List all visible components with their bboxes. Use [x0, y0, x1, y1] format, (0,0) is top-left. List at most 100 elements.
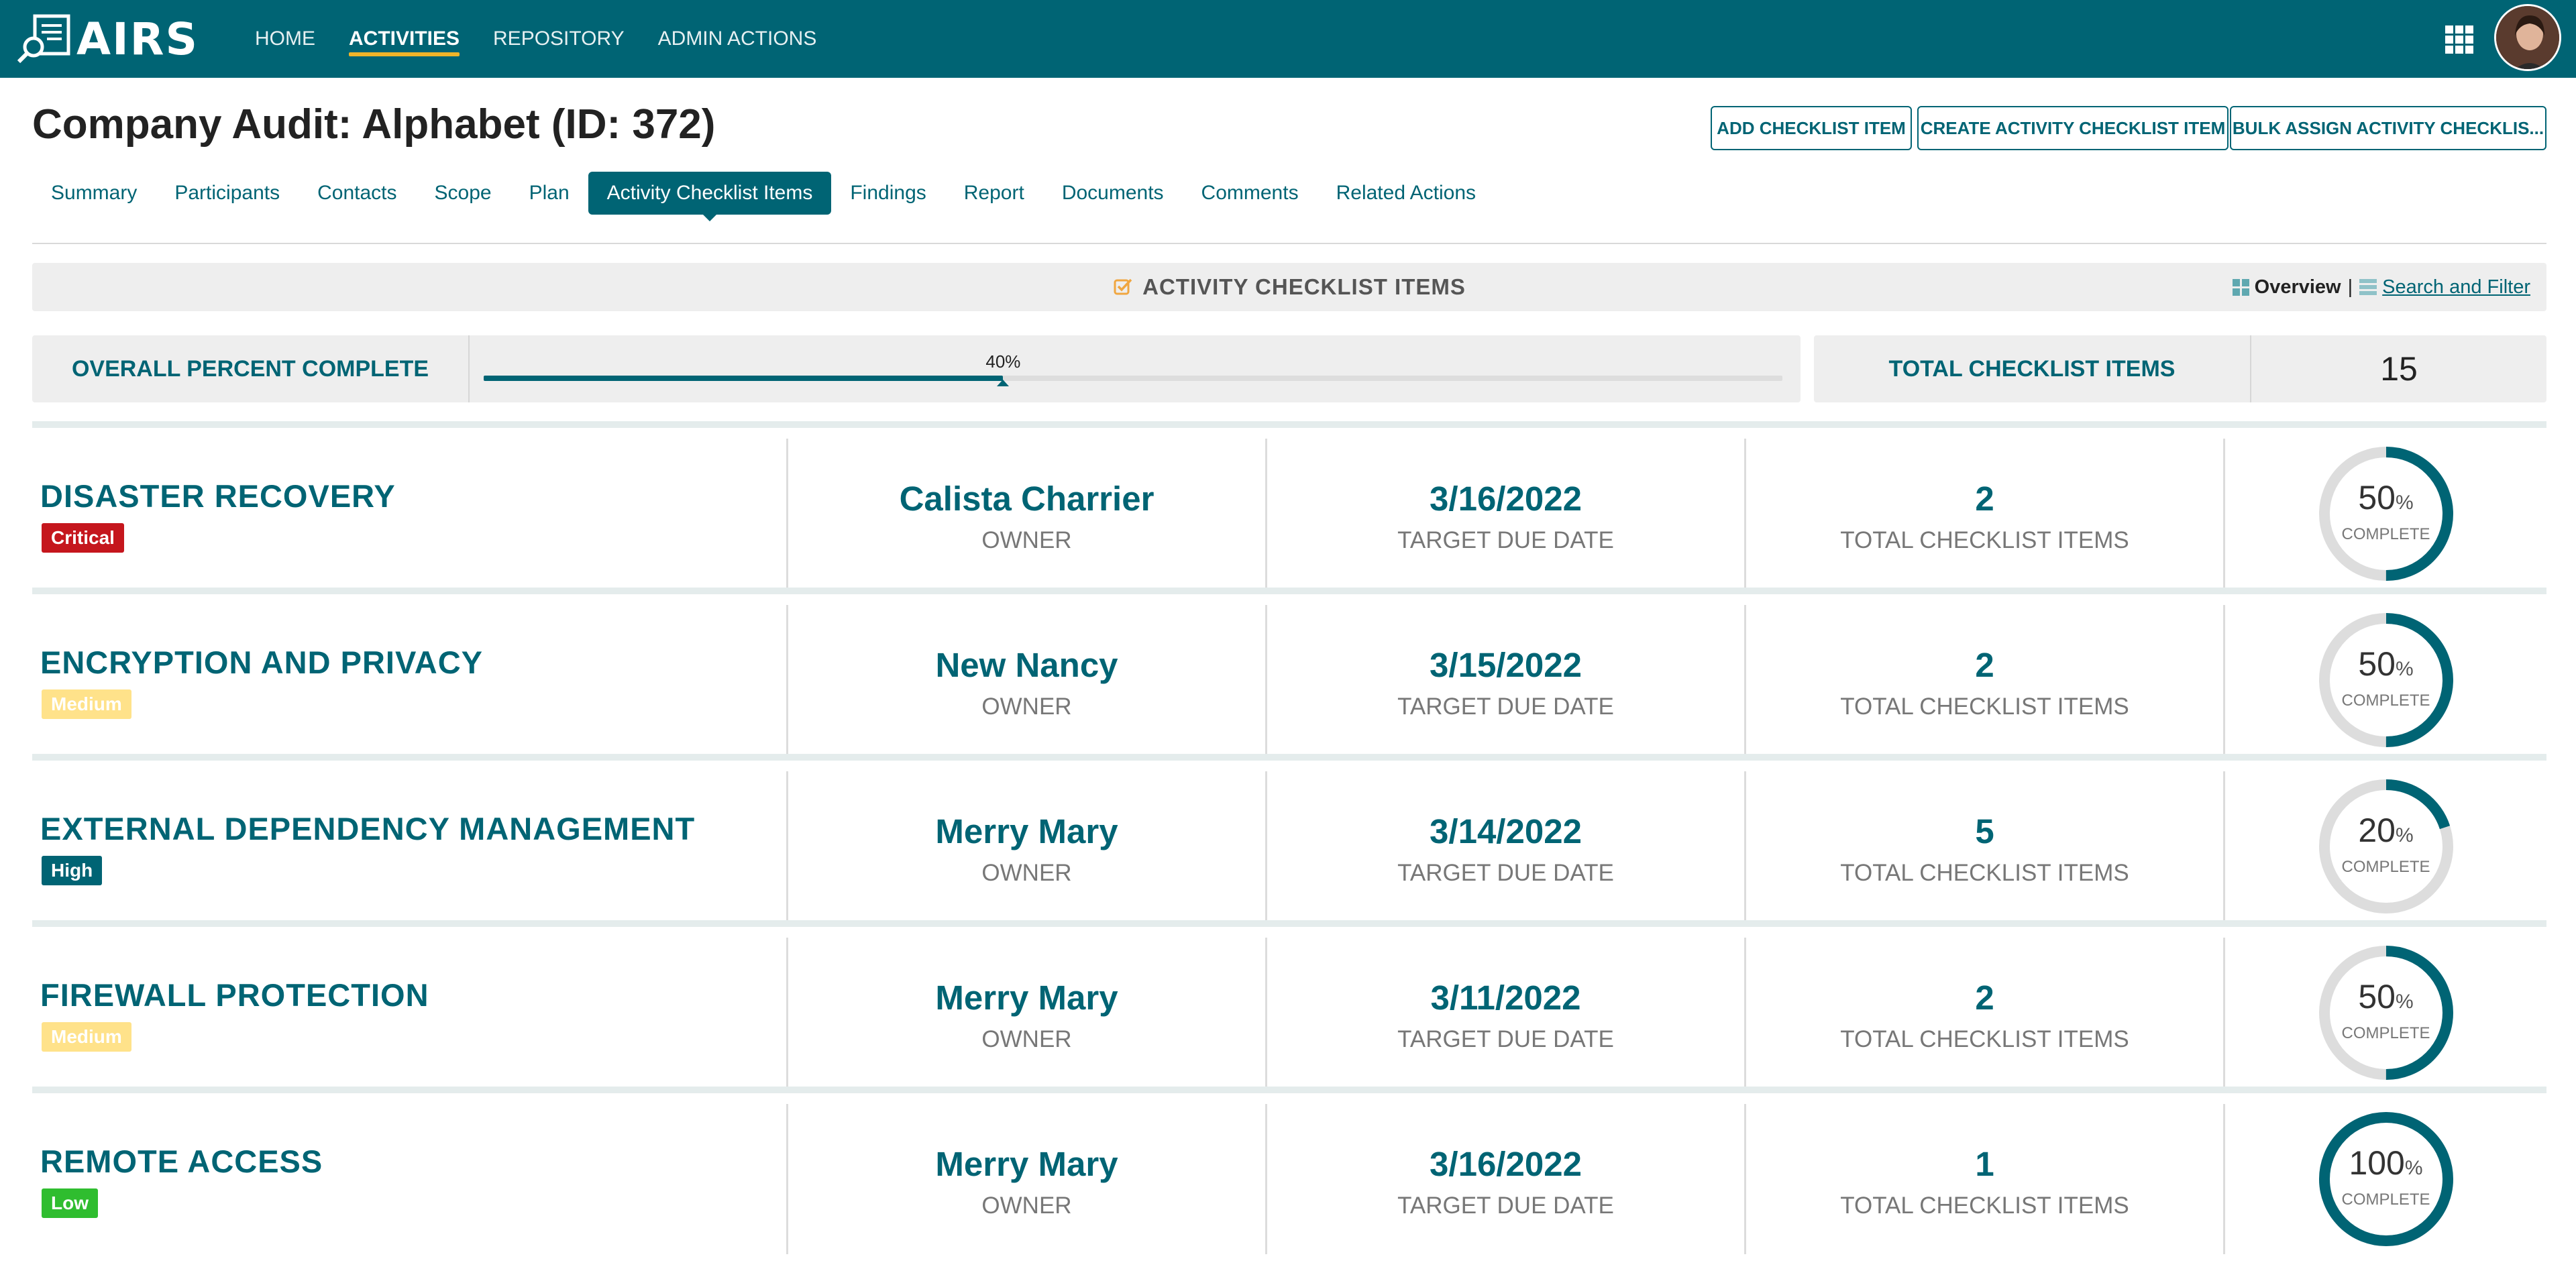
priority-badge: Low: [42, 1188, 98, 1218]
nav-repository[interactable]: REPOSITORY: [493, 0, 625, 78]
due-date-label: TARGET DUE DATE: [1397, 694, 1614, 720]
tab-documents[interactable]: Documents: [1043, 172, 1183, 215]
checklist-title[interactable]: REMOTE ACCESS: [40, 1143, 323, 1180]
card-title-cell: FIREWALL PROTECTION Medium: [32, 938, 786, 1088]
main-nav: HOME ACTIVITIES REPOSITORY ADMIN ACTIONS: [255, 0, 850, 78]
total-checklist-label: TOTAL CHECKLIST ITEMS: [1814, 335, 2251, 402]
overall-progress-panel: OVERALL PERCENT COMPLETE 40%: [32, 335, 1801, 402]
checklist-title[interactable]: FIREWALL PROTECTION: [40, 977, 429, 1013]
bulk-assign-button[interactable]: BULK ASSIGN ACTIVITY CHECKLIS...: [2230, 106, 2546, 150]
completion-percent-number: 50: [2358, 479, 2396, 516]
percent-sign: %: [2395, 492, 2414, 514]
completion-cell: 50% COMPLETE: [2223, 605, 2546, 755]
checklist-card[interactable]: ENCRYPTION AND PRIVACY Medium New Nancy …: [32, 588, 2546, 755]
percent-sign: %: [2404, 1157, 2423, 1179]
tab-related-actions[interactable]: Related Actions: [1318, 172, 1495, 215]
completion-percent: 100%: [2317, 1144, 2455, 1182]
card-title-cell: EXTERNAL DEPENDENCY MANAGEMENT High: [32, 771, 786, 922]
header-divider: [32, 243, 2546, 244]
checkbox-icon: [1114, 278, 1132, 295]
section-header: ACTIVITY CHECKLIST ITEMS Overview | Sear…: [32, 263, 2546, 311]
item-count-cell: 5 TOTAL CHECKLIST ITEMS: [1744, 771, 2223, 922]
item-count-value: 5: [1975, 812, 1994, 850]
item-count-label: TOTAL CHECKLIST ITEMS: [1840, 1193, 2129, 1219]
section-title: ACTIVITY CHECKLIST ITEMS: [1142, 274, 1466, 299]
card-title-cell: REMOTE ACCESS Low: [32, 1104, 786, 1254]
owner-name: Merry Mary: [935, 812, 1118, 850]
due-date-cell: 3/16/2022 TARGET DUE DATE: [1265, 1104, 1744, 1254]
card-title-cell: DISASTER RECOVERY Critical: [32, 439, 786, 589]
checklist-card[interactable]: FIREWALL PROTECTION Medium Merry Mary OW…: [32, 920, 2546, 1088]
item-count-value: 2: [1975, 646, 1994, 684]
app-logo[interactable]: AIRS: [17, 12, 199, 66]
completion-label: COMPLETE: [2341, 691, 2430, 710]
activity-tabs: Summary Participants Contacts Scope Plan…: [32, 172, 1495, 221]
completion-percent-number: 20: [2358, 812, 2396, 849]
tab-participants[interactable]: Participants: [156, 172, 299, 215]
item-count-cell: 2 TOTAL CHECKLIST ITEMS: [1744, 605, 2223, 755]
list-view-icon: [2359, 279, 2377, 295]
completion-cell: 50% COMPLETE: [2223, 938, 2546, 1088]
item-count-label: TOTAL CHECKLIST ITEMS: [1840, 694, 2129, 720]
card-title-cell: ENCRYPTION AND PRIVACY Medium: [32, 605, 786, 755]
checklist-card[interactable]: REMOTE ACCESS Low Merry Mary OWNER 3/16/…: [32, 1087, 2546, 1254]
priority-badge: Medium: [42, 1022, 131, 1052]
tab-activity-checklist-items[interactable]: Activity Checklist Items: [588, 172, 832, 221]
completion-percent-number: 50: [2358, 978, 2396, 1015]
owner-label: OWNER: [981, 860, 1072, 886]
tab-contacts[interactable]: Contacts: [299, 172, 415, 215]
owner-name: Calista Charrier: [899, 480, 1155, 518]
create-activity-checklist-item-button[interactable]: CREATE ACTIVITY CHECKLIST ITEM: [1917, 106, 2229, 150]
tab-findings[interactable]: Findings: [831, 172, 945, 215]
tab-scope[interactable]: Scope: [416, 172, 511, 215]
nav-activities[interactable]: ACTIVITIES: [349, 0, 460, 78]
completion-percent: 50%: [2317, 977, 2455, 1016]
overview-view-toggle[interactable]: Overview: [2255, 276, 2341, 298]
checklist-title[interactable]: DISASTER RECOVERY: [40, 478, 396, 514]
add-checklist-item-button[interactable]: ADD CHECKLIST ITEM: [1711, 106, 1912, 150]
due-date-cell: 3/11/2022 TARGET DUE DATE: [1265, 938, 1744, 1088]
completion-percent: 50%: [2317, 645, 2455, 683]
checklist-title[interactable]: EXTERNAL DEPENDENCY MANAGEMENT: [40, 810, 695, 847]
checklist-card-list: DISASTER RECOVERY Critical Calista Charr…: [32, 421, 2546, 1254]
owner-name: New Nancy: [935, 646, 1118, 684]
total-checklist-panel: TOTAL CHECKLIST ITEMS 15: [1814, 335, 2546, 402]
due-date-label: TARGET DUE DATE: [1397, 1026, 1614, 1052]
top-nav-bar: AIRS HOME ACTIVITIES REPOSITORY ADMIN AC…: [0, 0, 2576, 78]
overall-progress-label: OVERALL PERCENT COMPLETE: [32, 335, 470, 402]
avatar[interactable]: [2494, 4, 2561, 71]
checklist-card[interactable]: EXTERNAL DEPENDENCY MANAGEMENT High Merr…: [32, 754, 2546, 922]
completion-label: COMPLETE: [2341, 1024, 2430, 1042]
overall-progress-marker: [997, 380, 1010, 386]
app-name: AIRS: [76, 13, 199, 65]
tab-plan[interactable]: Plan: [511, 172, 588, 215]
item-count-label: TOTAL CHECKLIST ITEMS: [1840, 1026, 2129, 1052]
completion-percent-number: 50: [2358, 645, 2396, 683]
checklist-card[interactable]: DISASTER RECOVERY Critical Calista Charr…: [32, 421, 2546, 589]
owner-cell: New Nancy OWNER: [786, 605, 1265, 755]
completion-ring-wrap: 50% COMPLETE: [2225, 439, 2546, 589]
due-date-label: TARGET DUE DATE: [1397, 860, 1614, 886]
item-count-label: TOTAL CHECKLIST ITEMS: [1840, 860, 2129, 886]
nav-home[interactable]: HOME: [255, 0, 315, 78]
completion-ring: 50% COMPLETE: [2317, 445, 2455, 583]
tab-report[interactable]: Report: [945, 172, 1043, 215]
nav-admin-actions[interactable]: ADMIN ACTIONS: [658, 0, 817, 78]
magnifier-document-icon: [17, 13, 74, 64]
percent-sign: %: [2395, 824, 2414, 846]
item-count-value: 2: [1975, 979, 1994, 1017]
search-filter-view-link[interactable]: Search and Filter: [2382, 276, 2530, 298]
due-date-label: TARGET DUE DATE: [1397, 527, 1614, 553]
tab-comments[interactable]: Comments: [1183, 172, 1318, 215]
completion-ring-wrap: 100% COMPLETE: [2225, 1104, 2546, 1254]
apps-grid-icon[interactable]: [2445, 25, 2473, 54]
checklist-title[interactable]: ENCRYPTION AND PRIVACY: [40, 644, 483, 681]
owner-label: OWNER: [981, 1193, 1072, 1219]
due-date-cell: 3/16/2022 TARGET DUE DATE: [1265, 439, 1744, 589]
priority-badge: Medium: [42, 689, 131, 719]
completion-ring-wrap: 50% COMPLETE: [2225, 938, 2546, 1088]
due-date-cell: 3/14/2022 TARGET DUE DATE: [1265, 771, 1744, 922]
tab-summary[interactable]: Summary: [32, 172, 156, 215]
owner-name: Merry Mary: [935, 1145, 1118, 1183]
total-checklist-value: 15: [2380, 350, 2418, 388]
